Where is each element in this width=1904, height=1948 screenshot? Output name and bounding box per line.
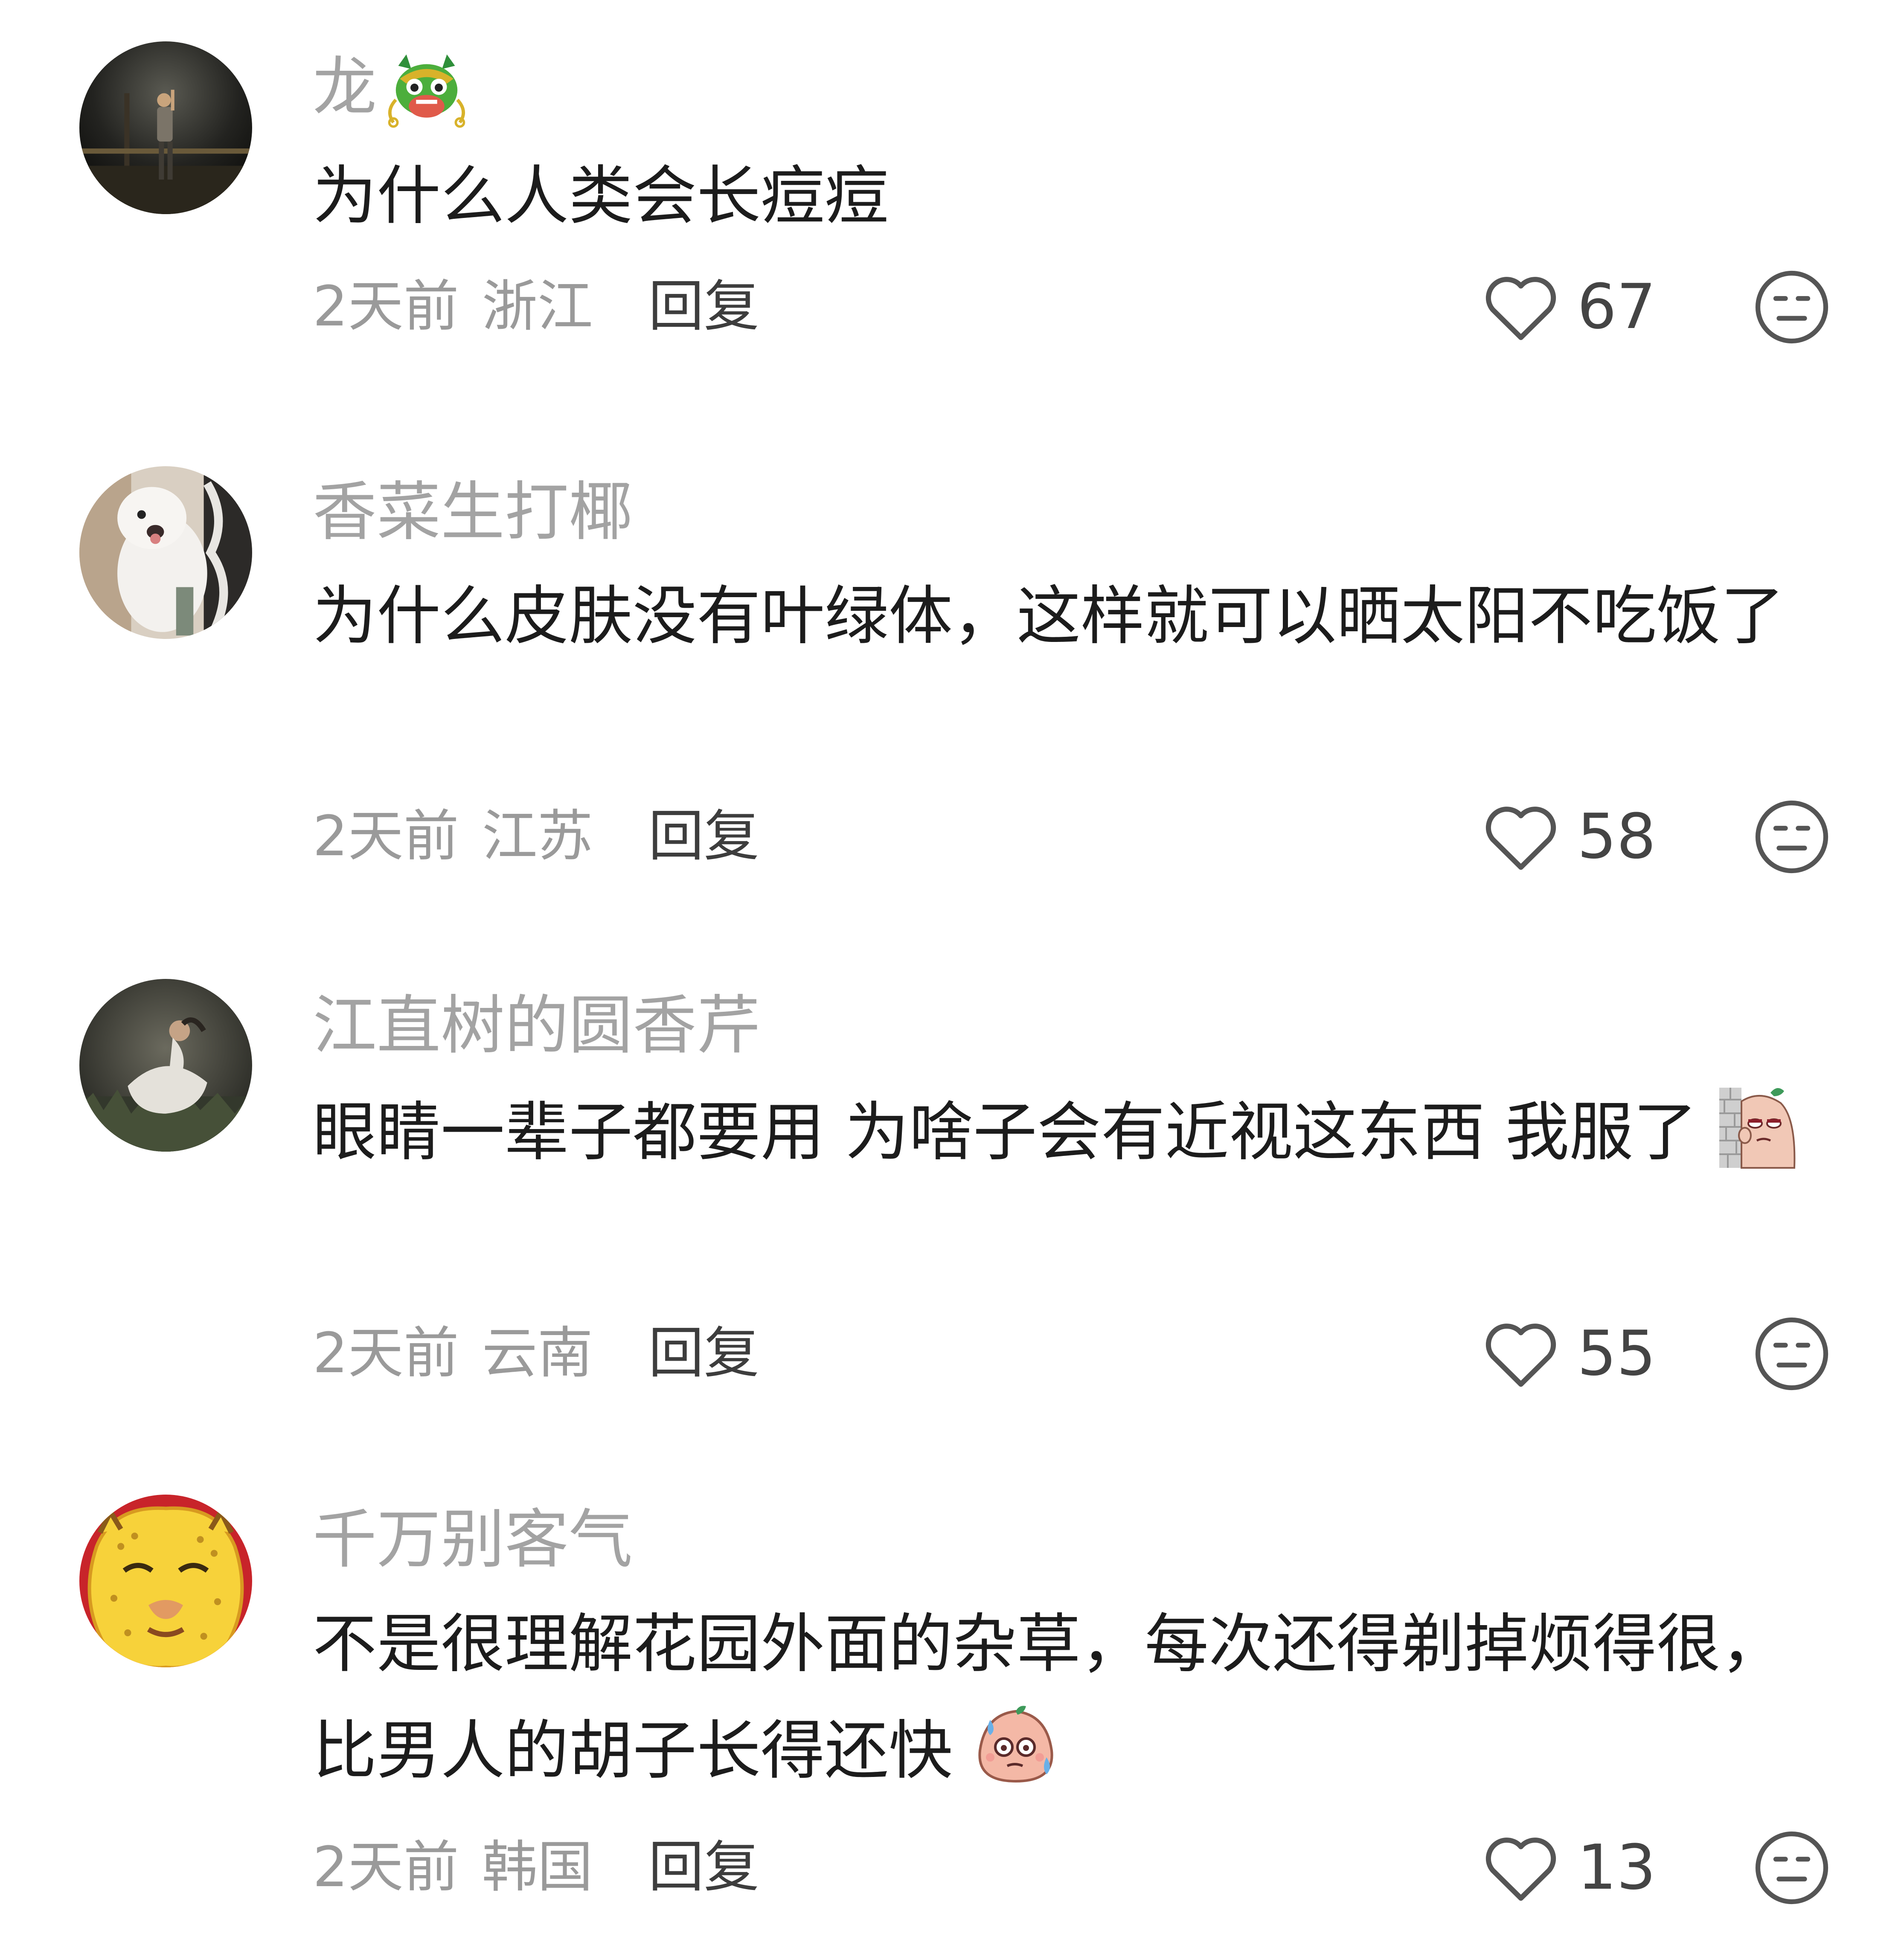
sweating-blob-sticker bbox=[973, 1703, 1058, 1788]
comment-location: 浙江 bbox=[482, 274, 593, 339]
heart-outline-icon bbox=[1485, 1838, 1556, 1901]
comment-time: 2天前 bbox=[313, 274, 459, 339]
username-text: 香菜生打椰 bbox=[313, 475, 633, 549]
avatar[interactable] bbox=[79, 466, 252, 639]
comment-time: 2天前 bbox=[313, 804, 459, 868]
avatar-image bbox=[79, 1495, 252, 1667]
comment-meta: 2天前 云南 回复 bbox=[313, 1315, 759, 1391]
neutral-face-icon bbox=[1755, 1831, 1828, 1904]
dislike-button[interactable] bbox=[1753, 1829, 1830, 1906]
neutral-face-icon bbox=[1755, 270, 1828, 344]
username[interactable]: 江直树的圆香芹 bbox=[313, 987, 761, 1064]
comment-text: 为什么人类会长痘痘 bbox=[313, 143, 1823, 250]
like-button[interactable]: 55 bbox=[1483, 1311, 1656, 1396]
username-text: 江直树的圆香芹 bbox=[313, 989, 761, 1063]
comment-meta: 2天前 韩国 回复 bbox=[313, 1829, 759, 1905]
like-count: 13 bbox=[1577, 1832, 1656, 1904]
username-text: 千万别客气 bbox=[313, 1503, 633, 1577]
reply-button[interactable]: 回复 bbox=[648, 804, 759, 868]
avatar[interactable] bbox=[79, 979, 252, 1152]
comment-text-content: 为什么人类会长痘痘 bbox=[313, 159, 889, 233]
comment-location: 云南 bbox=[482, 1321, 593, 1385]
like-button[interactable]: 67 bbox=[1483, 264, 1656, 350]
peeking-wall-sticker bbox=[1718, 1084, 1803, 1170]
comment-location: 韩国 bbox=[482, 1835, 593, 1899]
comment-meta: 2天前 浙江 回复 bbox=[313, 268, 759, 345]
like-button[interactable]: 13 bbox=[1483, 1825, 1656, 1910]
comment-text: 不是很理解花园外面的杂草，每次还得剃掉烦得很，比男人的胡子长得还快 bbox=[313, 1591, 1823, 1804]
dragon-emoji-icon bbox=[382, 51, 471, 132]
neutral-face-icon bbox=[1755, 1317, 1828, 1391]
username-text: 龙 bbox=[313, 50, 377, 125]
heart-outline-icon bbox=[1485, 1324, 1556, 1387]
heart-outline-icon bbox=[1485, 807, 1556, 870]
avatar[interactable] bbox=[79, 1495, 252, 1667]
avatar-image bbox=[79, 41, 252, 214]
neutral-face-icon bbox=[1755, 800, 1828, 874]
username[interactable]: 龙 bbox=[313, 49, 471, 132]
like-button[interactable]: 58 bbox=[1483, 794, 1656, 880]
comment-text-content: 为什么皮肤没有叶绿体，这样就可以晒太阳不吃饭了 bbox=[313, 579, 1785, 653]
comment-time: 2天前 bbox=[313, 1835, 459, 1899]
comment-location: 江苏 bbox=[482, 804, 593, 868]
comment-text: 为什么皮肤没有叶绿体，这样就可以晒太阳不吃饭了 bbox=[313, 563, 1823, 670]
like-count: 55 bbox=[1577, 1318, 1656, 1390]
dislike-button[interactable] bbox=[1753, 798, 1830, 875]
dislike-button[interactable] bbox=[1753, 269, 1830, 345]
username[interactable]: 千万别客气 bbox=[313, 1501, 633, 1578]
avatar[interactable] bbox=[79, 41, 252, 214]
comment-text: 眼睛一辈子都要用 为啥子会有近视这东西 我服了 bbox=[313, 1079, 1823, 1186]
username[interactable]: 香菜生打椰 bbox=[313, 474, 633, 551]
like-count: 58 bbox=[1577, 801, 1656, 873]
reply-button[interactable]: 回复 bbox=[648, 1321, 759, 1385]
comment-meta: 2天前 江苏 回复 bbox=[313, 798, 759, 874]
like-count: 67 bbox=[1577, 271, 1656, 343]
comment-text-content: 眼睛一辈子都要用 为啥子会有近视这东西 我服了 bbox=[313, 1095, 1698, 1170]
heart-outline-icon bbox=[1485, 277, 1556, 340]
avatar-image bbox=[79, 979, 252, 1152]
comment-time: 2天前 bbox=[313, 1321, 459, 1385]
reply-button[interactable]: 回复 bbox=[648, 274, 759, 339]
reply-button[interactable]: 回复 bbox=[648, 1835, 759, 1899]
avatar-image bbox=[79, 466, 252, 639]
dislike-button[interactable] bbox=[1753, 1315, 1830, 1392]
